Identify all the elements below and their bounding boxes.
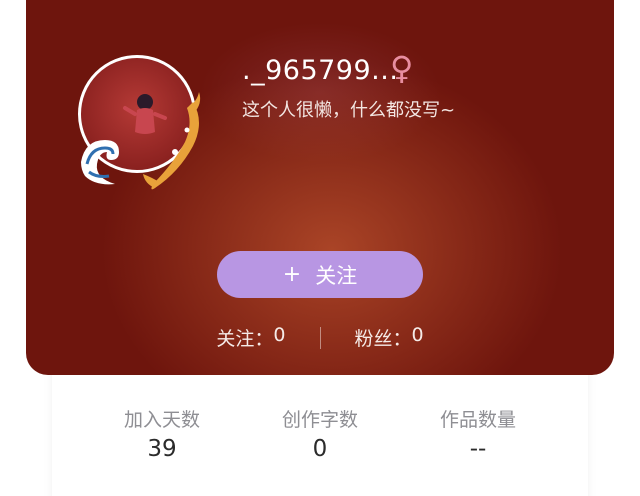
stat-label: 加入天数 — [123, 409, 200, 431]
avatar-koi-illustration — [81, 92, 201, 190]
stat-value: 0 — [312, 436, 328, 462]
follow-label: 关注 — [315, 263, 358, 288]
plus-icon: + — [282, 262, 302, 287]
followers-count[interactable]: 粉丝： 0 — [355, 324, 424, 351]
stat-word-count[interactable]: 创作字数 0 — [260, 408, 380, 464]
bio-text: 这个人很懒，什么都没写~ — [242, 100, 456, 121]
followers-label: 粉丝： — [354, 328, 412, 350]
stat-value: 39 — [147, 436, 177, 462]
divider — [319, 326, 321, 349]
stat-works-count[interactable]: 作品数量 -- — [418, 408, 538, 464]
stat-label: 创作字数 — [281, 409, 358, 431]
profile-header: ._965799... ♀ 这个人很懒，什么都没写~ + 关注 关注： 0 粉丝… — [26, 0, 614, 375]
follow-button[interactable]: + 关注 — [217, 251, 423, 298]
stat-value: -- — [469, 436, 487, 462]
following-count[interactable]: 关注： 0 — [216, 324, 285, 351]
avatar[interactable] — [78, 55, 201, 190]
stat-label: 作品数量 — [439, 409, 516, 431]
following-label: 关注： — [216, 328, 274, 350]
follow-counts: 关注： 0 粉丝： 0 — [26, 324, 614, 351]
username: ._965799... — [242, 55, 399, 86]
following-value: 0 — [273, 324, 286, 346]
followers-value: 0 — [411, 324, 424, 346]
female-icon: ♀ — [390, 49, 414, 87]
stats-row: 加入天数 39 创作字数 0 作品数量 -- — [52, 408, 588, 464]
profile-page: 加入天数 39 创作字数 0 作品数量 -- ._965799... ♀ 这个人… — [0, 0, 640, 496]
stat-join-days[interactable]: 加入天数 39 — [102, 408, 222, 464]
